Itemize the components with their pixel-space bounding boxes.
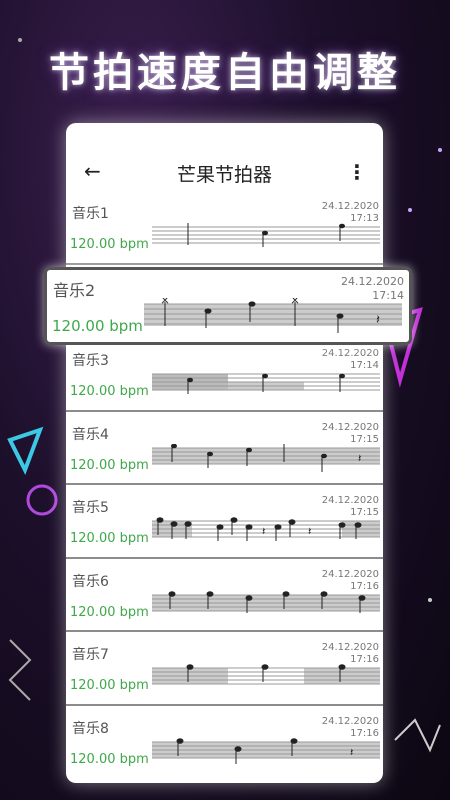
item-bpm: 120.00 bpm — [70, 531, 149, 546]
app-bar: ← 芒果节拍器 ⋮ — [66, 123, 383, 191]
item-name: 音乐8 — [72, 720, 109, 737]
app-window: ← 芒果节拍器 ⋮ 音乐1 24.12.2020 17:13 120.00 bpm… — [66, 123, 383, 783]
item-bpm: 120.00 bpm — [70, 237, 149, 252]
list-item[interactable]: 音乐1 24.12.202017:13 120.00 bpm × — [66, 191, 383, 265]
more-vertical-icon[interactable]: ⋮ — [347, 160, 367, 184]
list-item[interactable]: 音乐7 24.12.2020 17:16 120.00 bpm — [66, 632, 383, 706]
item-datetime: 24.12.2020 17:16 — [321, 642, 379, 665]
item-name: 音乐7 — [72, 647, 109, 663]
list-item[interactable]: 音乐8 24.12.2020 17:16 120.00 bpm 𝄽 — [66, 706, 383, 778]
item-datetime: 24.12.2020 17:13 — [321, 201, 379, 224]
rhythm-staff — [152, 373, 380, 394]
list-item[interactable]: 音乐4 24.12.202017:15 120.00 bpm × 𝄽 — [66, 412, 383, 485]
list-item[interactable]: 音乐3 24.12.2020 17:14 120.00 bpm — [66, 338, 383, 412]
rhythm-staff — [152, 664, 380, 685]
item-name: 音乐2 — [53, 281, 96, 300]
list-item[interactable]: 音乐5 24.12.2020 17:15 120.00 bpm 𝄽 𝄽 — [66, 485, 383, 559]
item-bpm: 120.00 bpm — [70, 751, 149, 767]
svg-text:×: × — [324, 517, 332, 520]
svg-text:𝄽: 𝄽 — [350, 746, 353, 759]
item-bpm: 120.00 bpm — [70, 678, 149, 693]
promo-headline: 节拍速度自由调整 — [49, 50, 401, 96]
item-name: 音乐1 — [72, 206, 109, 222]
rhythm-staff: × × 𝄽 — [144, 298, 402, 333]
item-bpm: 120.00 bpm — [70, 384, 149, 399]
item-bpm: 120.00 bpm — [52, 317, 143, 335]
item-datetime: 24.12.2020 17:16 — [321, 568, 379, 592]
svg-text:𝄽: 𝄽 — [262, 525, 265, 538]
item-name: 音乐6 — [72, 573, 109, 590]
rhythm-staff: × 𝄽 — [152, 443, 380, 472]
rhythm-staff: × × 𝄽 𝄽 — [152, 517, 380, 541]
svg-text:𝄽: 𝄽 — [308, 525, 311, 538]
item-bpm: 120.00 bpm — [70, 604, 149, 620]
item-bpm: 120.00 bpm — [70, 457, 149, 473]
svg-text:×: × — [200, 517, 208, 520]
svg-text:𝄽: 𝄽 — [376, 313, 380, 328]
item-name: 音乐5 — [72, 500, 109, 516]
rhythm-staff: × — [152, 223, 380, 247]
list-item[interactable]: 音乐6 24.12.2020 17:16 120.00 bpm — [66, 559, 383, 632]
item-name: 音乐3 — [72, 353, 109, 369]
item-datetime: 24.12.2020 17:16 — [321, 715, 379, 739]
item-datetime: 24.12.2020 17:14 — [321, 348, 379, 371]
list-item-selected[interactable]: 音乐2 24.12.2020 17:14 120.00 bpm × × 𝄽 — [44, 267, 412, 345]
rhythm-staff: 𝄽 — [152, 737, 380, 764]
item-name: 音乐4 — [72, 426, 109, 443]
svg-text:𝄽: 𝄽 — [358, 452, 361, 465]
app-title: 芒果节拍器 — [176, 164, 272, 186]
item-datetime: 24.12.2020 17:15 — [321, 495, 379, 518]
item-datetime: 24.12.2020 17:15 — [321, 421, 379, 445]
rhythm-staff — [152, 590, 380, 613]
